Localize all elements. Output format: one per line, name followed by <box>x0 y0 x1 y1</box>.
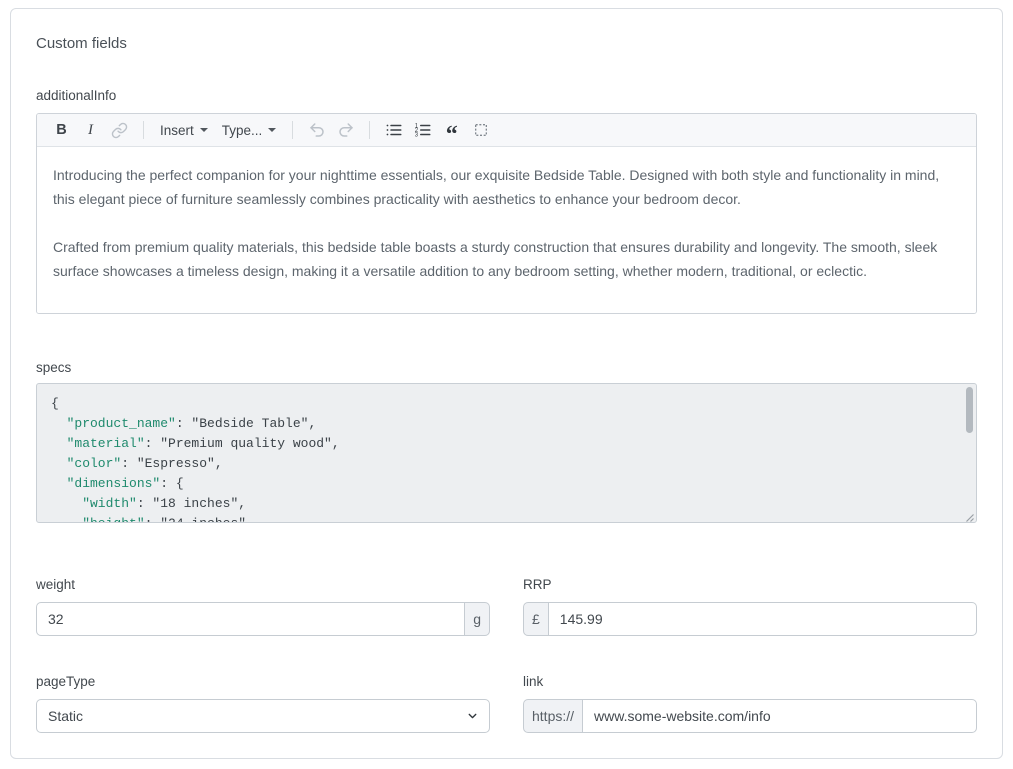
custom-fields-card: Custom fields additionalInfo B I Insert <box>10 8 1003 759</box>
link-button[interactable] <box>105 117 134 143</box>
rrp-field: RRP £ <box>523 577 977 636</box>
code-line: "width": "18 inches", <box>51 494 952 514</box>
pagetype-link-row: pageType Static link https:// <box>36 674 977 733</box>
editor-toolbar: B I Insert Type... <box>37 114 976 147</box>
svg-text:3: 3 <box>415 132 419 138</box>
quote-icon: “ <box>446 130 458 140</box>
redo-button[interactable] <box>331 117 360 143</box>
insert-dropdown[interactable]: Insert <box>153 117 215 143</box>
paragraph[interactable]: Crafted from premium quality materials, … <box>53 235 960 283</box>
rrp-input[interactable] <box>548 602 977 636</box>
additional-info-field: additionalInfo B I Insert Type... <box>36 88 977 314</box>
chevron-down-icon <box>268 128 276 132</box>
scrollbar-thumb[interactable] <box>966 387 973 433</box>
resize-handle-icon[interactable] <box>964 510 975 521</box>
rich-text-editor: B I Insert Type... <box>36 113 977 314</box>
link-label: link <box>523 674 977 689</box>
blockquote-button[interactable]: “ <box>437 117 466 143</box>
numbered-list-icon: 123 <box>414 121 432 139</box>
redo-icon <box>337 121 355 139</box>
code-line: "dimensions": { <box>51 474 952 494</box>
italic-button[interactable]: I <box>76 117 105 143</box>
type-dropdown[interactable]: Type... <box>215 117 284 143</box>
specs-field: specs { "product_name": "Bedside Table",… <box>36 360 977 523</box>
weight-rrp-row: weight g RRP £ <box>36 577 977 636</box>
link-field: link https:// <box>523 674 977 733</box>
protocol-addon: https:// <box>523 699 583 733</box>
weight-field: weight g <box>36 577 490 636</box>
weight-input[interactable] <box>36 602 465 636</box>
bullet-list-icon <box>385 121 403 139</box>
numbered-list-button[interactable]: 123 <box>408 117 437 143</box>
page-title: Custom fields <box>36 35 977 52</box>
bullet-list-button[interactable] <box>379 117 408 143</box>
toolbar-separator <box>143 121 144 139</box>
undo-icon <box>308 121 326 139</box>
pagetype-label: pageType <box>36 674 490 689</box>
pagetype-select[interactable]: Static <box>36 699 490 733</box>
weight-unit-addon: g <box>464 602 490 636</box>
bold-button[interactable]: B <box>47 117 76 143</box>
link-icon <box>111 122 128 139</box>
paragraph[interactable]: Introducing the perfect companion for yo… <box>53 163 960 211</box>
code-line: { <box>51 394 952 414</box>
specs-code-editor[interactable]: { "product_name": "Bedside Table", "mate… <box>36 383 977 523</box>
weight-label: weight <box>36 577 490 592</box>
pagetype-field: pageType Static <box>36 674 490 733</box>
type-dropdown-label: Type... <box>222 123 263 138</box>
insert-dropdown-label: Insert <box>160 123 194 138</box>
rich-text-content[interactable]: Introducing the perfect companion for yo… <box>37 147 976 313</box>
code-line: "product_name": "Bedside Table", <box>51 414 952 434</box>
chevron-down-icon <box>200 128 208 132</box>
undo-button[interactable] <box>302 117 331 143</box>
dashed-box-icon <box>473 122 489 138</box>
code-line: "material": "Premium quality wood", <box>51 434 952 454</box>
code-line: "color": "Espresso", <box>51 454 952 474</box>
rrp-label: RRP <box>523 577 977 592</box>
specs-label: specs <box>36 360 977 375</box>
currency-addon: £ <box>523 602 549 636</box>
toolbar-separator <box>369 121 370 139</box>
toolbar-separator <box>292 121 293 139</box>
dashed-box-button[interactable] <box>466 117 495 143</box>
link-input[interactable] <box>582 699 977 733</box>
code-line: "height": "24 inches", <box>51 514 952 523</box>
additional-info-label: additionalInfo <box>36 88 977 103</box>
